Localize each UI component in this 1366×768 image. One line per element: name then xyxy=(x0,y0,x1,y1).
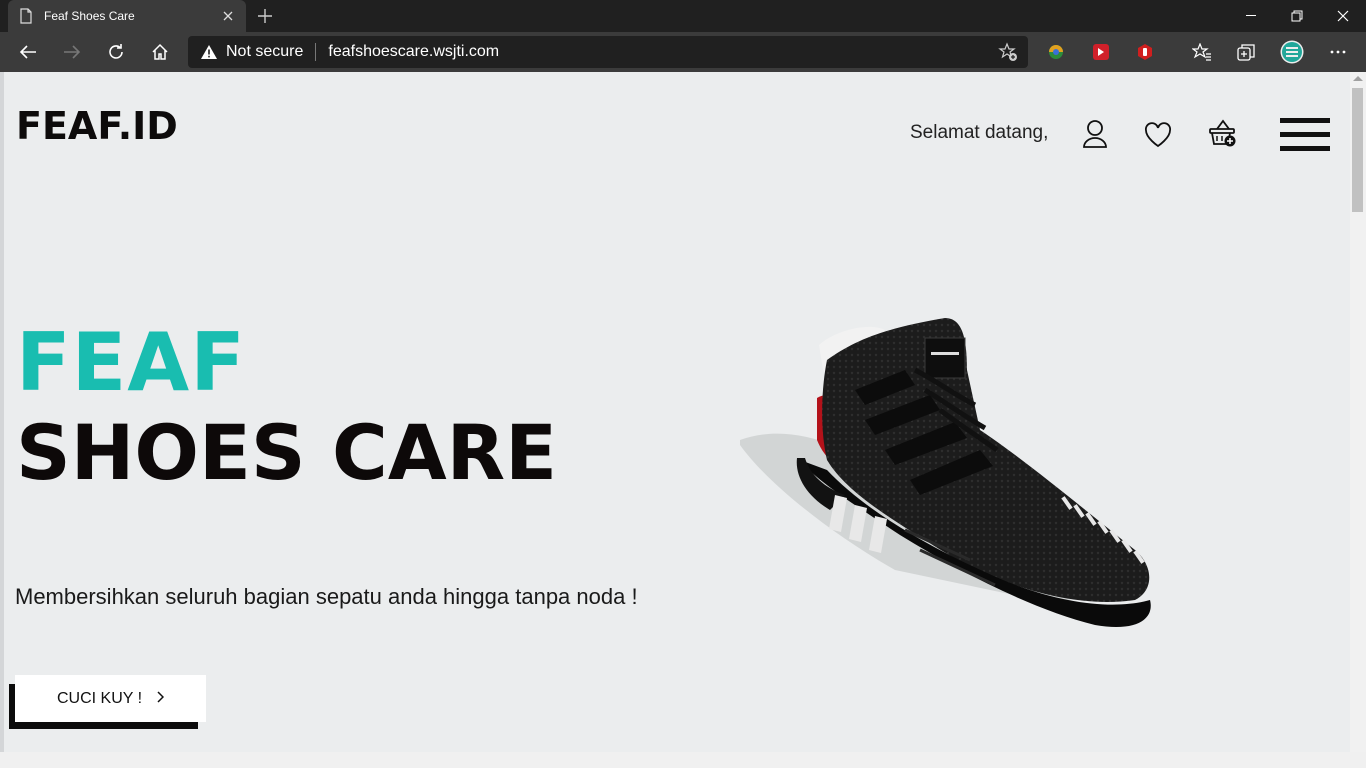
extension-red-play-icon[interactable] xyxy=(1087,40,1115,64)
close-window-icon[interactable] xyxy=(1320,0,1366,32)
tab-title: Feaf Shoes Care xyxy=(44,9,135,23)
security-label[interactable]: Not secure xyxy=(226,43,303,61)
address-bar[interactable]: Not secure feafshoescare.wsjti.com xyxy=(188,36,1028,68)
hero-heading: SHOES CARE xyxy=(16,408,558,497)
basket-icon[interactable] xyxy=(1206,117,1240,149)
welcome-text: Selamat datang, xyxy=(910,122,1049,143)
horizontal-scroll-area xyxy=(0,752,1366,768)
site-logo[interactable]: FEAF.ID xyxy=(16,104,178,148)
user-icon[interactable] xyxy=(1080,118,1110,150)
page-left-edge xyxy=(0,72,4,752)
warning-icon[interactable] xyxy=(200,43,218,61)
home-icon[interactable] xyxy=(146,40,174,64)
sneaker-image xyxy=(740,318,1151,628)
hero-heading-accent: FEAF xyxy=(16,316,246,409)
collections-icon[interactable] xyxy=(1232,40,1260,64)
scrollbar-thumb[interactable] xyxy=(1352,88,1363,212)
extension-hand-icon[interactable] xyxy=(1131,40,1159,64)
tab-strip: Feaf Shoes Care xyxy=(0,0,1366,32)
chevron-right-icon xyxy=(156,690,165,708)
url-text[interactable]: feafshoescare.wsjti.com xyxy=(328,43,998,61)
menu-hamburger-icon[interactable] xyxy=(1280,118,1330,152)
browser-tab[interactable]: Feaf Shoes Care xyxy=(8,0,246,32)
hero-tagline: Membersihkan seluruh bagian sepatu anda … xyxy=(15,584,638,609)
favorites-icon[interactable] xyxy=(1188,40,1216,64)
profile-avatar[interactable] xyxy=(1278,40,1306,64)
restore-icon[interactable] xyxy=(1274,0,1320,32)
address-divider xyxy=(315,43,317,61)
more-options-icon[interactable] xyxy=(1324,40,1352,64)
scroll-up-arrow-icon[interactable] xyxy=(1353,76,1363,81)
close-tab-icon[interactable] xyxy=(220,8,236,24)
cta-button[interactable]: CUCI KUY ! xyxy=(15,675,206,722)
heart-icon[interactable] xyxy=(1142,120,1174,150)
extension-colorful-icon[interactable] xyxy=(1042,40,1070,64)
minimize-icon[interactable] xyxy=(1228,0,1274,32)
page-icon xyxy=(18,8,34,24)
add-favorite-icon[interactable] xyxy=(998,42,1018,62)
new-tab-icon[interactable] xyxy=(254,6,276,26)
forward-icon[interactable] xyxy=(58,40,86,64)
back-icon[interactable] xyxy=(14,40,42,64)
refresh-icon[interactable] xyxy=(102,40,130,64)
cta-label: CUCI KUY ! xyxy=(56,689,143,707)
